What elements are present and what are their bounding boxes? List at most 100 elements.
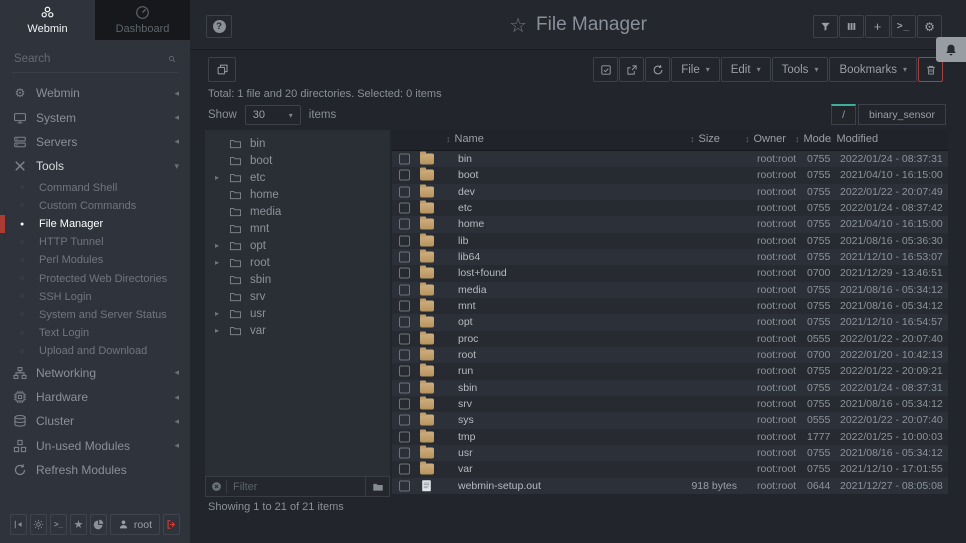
row-checkbox[interactable] <box>399 170 410 181</box>
tree-item-boot[interactable]: boot <box>205 152 390 169</box>
row-checkbox[interactable] <box>399 366 410 377</box>
sidebar-item-custom-commands[interactable]: ○Custom Commands <box>0 197 190 215</box>
collapse-button[interactable] <box>10 514 27 535</box>
row-checkbox[interactable] <box>399 252 410 263</box>
search-icon[interactable] <box>168 53 176 65</box>
star-button[interactable]: ★ <box>70 514 87 535</box>
sidebar-item-refresh-modules[interactable]: Refresh Modules <box>0 458 190 482</box>
sidebar-item-un-used-modules[interactable]: Un-used Modules◂ <box>0 434 190 458</box>
table-row-proc[interactable]: procroot:root05552022/01/22 - 20:07:40 <box>392 331 948 347</box>
table-row-sys[interactable]: sysroot:root05552022/01/22 - 20:07:40 <box>392 412 948 428</box>
sidebar-item-system[interactable]: System◂ <box>0 105 190 129</box>
search-input[interactable] <box>14 53 168 65</box>
row-checkbox[interactable] <box>399 301 410 312</box>
sidebar-item-ssh-login[interactable]: ○SSH Login <box>0 288 190 306</box>
sidebar-item-protected-web-directories[interactable]: ○Protected Web Directories <box>0 270 190 288</box>
filter-input[interactable]: Filter <box>233 481 365 493</box>
tree-item-opt[interactable]: ▸opt <box>205 237 390 254</box>
tree-folder-button[interactable] <box>365 477 389 496</box>
columns-button[interactable] <box>839 15 864 38</box>
table-row-opt[interactable]: optroot:root07552021/12/10 - 16:54:57 <box>392 314 948 330</box>
row-checkbox[interactable] <box>399 350 410 361</box>
table-row-webmin-setup-out[interactable]: webmin-setup.out918 bytesroot:root064420… <box>392 478 948 494</box>
notifications-button[interactable] <box>936 37 966 62</box>
sidebar-item-command-shell[interactable]: ○Command Shell <box>0 179 190 197</box>
row-checkbox[interactable] <box>399 415 410 426</box>
table-row-tmp[interactable]: tmproot:root17772022/01/25 - 10:00:03 <box>392 429 948 445</box>
sidebar-item-servers[interactable]: Servers◂ <box>0 130 190 154</box>
export-button[interactable] <box>619 57 644 82</box>
sidebar-item-tools[interactable]: Tools▾ <box>0 154 190 178</box>
clear-filter-button[interactable] <box>206 481 226 492</box>
pie-button[interactable] <box>90 514 107 535</box>
tab-webmin[interactable]: Webmin <box>0 0 95 40</box>
tree-item-media[interactable]: media <box>205 203 390 220</box>
tree-item-sbin[interactable]: sbin <box>205 271 390 288</box>
tree-item-srv[interactable]: srv <box>205 288 390 305</box>
menu-file[interactable]: File▾ <box>671 57 720 82</box>
row-checkbox[interactable] <box>399 284 410 295</box>
row-checkbox[interactable] <box>399 186 410 197</box>
sidebar-item-perl-modules[interactable]: ○Perl Modules <box>0 251 190 269</box>
help-button[interactable]: ? <box>206 15 232 38</box>
refresh-button[interactable] <box>645 57 670 82</box>
sidebar-item-text-login[interactable]: ○Text Login <box>0 324 190 342</box>
table-row-lost-found[interactable]: lost+foundroot:root07002021/12/29 - 13:4… <box>392 265 948 281</box>
row-checkbox[interactable] <box>399 333 410 344</box>
table-row-lib64[interactable]: lib64root:root07552021/12/10 - 16:53:07 <box>392 249 948 265</box>
table-row-lib[interactable]: libroot:root07552021/08/16 - 05:36:30 <box>392 233 948 249</box>
column-header-owner[interactable]: ↕Owner <box>745 133 786 145</box>
terminal-button[interactable]: >_ <box>50 514 67 535</box>
table-row-bin[interactable]: binroot:root07552022/01/24 - 08:37:31 <box>392 151 948 167</box>
tree-item-bin[interactable]: bin <box>205 135 390 152</box>
row-checkbox[interactable] <box>399 448 410 459</box>
row-checkbox[interactable] <box>399 203 410 214</box>
menu-edit[interactable]: Edit▾ <box>721 57 771 82</box>
sidebar-item-file-manager[interactable]: ●File Manager <box>0 215 190 233</box>
tree-item-home[interactable]: home <box>205 186 390 203</box>
sidebar-item-hardware[interactable]: Hardware◂ <box>0 385 190 409</box>
selectall-button[interactable] <box>593 57 618 82</box>
row-checkbox[interactable] <box>399 219 410 230</box>
logout-button[interactable] <box>163 514 180 535</box>
sun-button[interactable] <box>30 514 47 535</box>
table-row-srv[interactable]: srvroot:root07552021/08/16 - 05:34:12 <box>392 396 948 412</box>
sidebar-item-http-tunnel[interactable]: ○HTTP Tunnel <box>0 233 190 251</box>
funnel-button[interactable] <box>813 15 838 38</box>
table-row-var[interactable]: varroot:root07552021/12/10 - 17:01:55 <box>392 461 948 477</box>
tree-item-var[interactable]: ▸var <box>205 322 390 339</box>
tree-item-etc[interactable]: ▸etc <box>205 169 390 186</box>
plus-button[interactable]: + <box>865 15 890 38</box>
row-checkbox[interactable] <box>399 480 410 491</box>
breadcrumb-segment[interactable]: binary_sensor <box>858 104 946 125</box>
menu-tools[interactable]: Tools▾ <box>772 57 829 82</box>
sidebar-item-networking[interactable]: Networking◂ <box>0 360 190 384</box>
tree-item-mnt[interactable]: mnt <box>205 220 390 237</box>
menu-bookmarks[interactable]: Bookmarks▾ <box>829 57 917 82</box>
new-tab-button[interactable] <box>208 57 236 82</box>
table-row-mnt[interactable]: mntroot:root07552021/08/16 - 05:34:12 <box>392 298 948 314</box>
column-header-name[interactable]: ↕Name <box>446 133 484 145</box>
tab-dashboard[interactable]: Dashboard <box>95 0 190 40</box>
table-row-home[interactable]: homeroot:root07552021/04/10 - 16:15:00 <box>392 216 948 232</box>
row-checkbox[interactable] <box>399 464 410 475</box>
column-header-mode[interactable]: ↕Mode <box>795 133 831 145</box>
row-checkbox[interactable] <box>399 399 410 410</box>
favorite-star-icon[interactable]: ☆ <box>509 13 527 38</box>
row-checkbox[interactable] <box>399 382 410 393</box>
row-checkbox[interactable] <box>399 235 410 246</box>
terminal-button[interactable]: >_ <box>891 15 916 38</box>
column-header-modified[interactable]: ↕Modified <box>828 133 878 145</box>
table-row-run[interactable]: runroot:root07552022/01/22 - 20:09:21 <box>392 363 948 379</box>
sidebar-item-webmin[interactable]: ⚙Webmin◂ <box>0 81 190 105</box>
table-row-sbin[interactable]: sbinroot:root07552022/01/24 - 08:37:31 <box>392 380 948 396</box>
row-checkbox[interactable] <box>399 317 410 328</box>
table-row-dev[interactable]: devroot:root07552022/01/22 - 20:07:49 <box>392 184 948 200</box>
table-row-etc[interactable]: etcroot:root07552022/01/24 - 08:37:42 <box>392 200 948 216</box>
items-per-page-select[interactable]: 30 ▾ <box>245 105 301 125</box>
table-row-media[interactable]: mediaroot:root07552021/08/16 - 05:34:12 <box>392 282 948 298</box>
row-checkbox[interactable] <box>399 154 410 165</box>
tree-item-root[interactable]: ▸root <box>205 254 390 271</box>
sidebar-item-upload-and-download[interactable]: ○Upload and Download <box>0 342 190 360</box>
sidebar-item-system-and-server-status[interactable]: ○System and Server Status <box>0 306 190 324</box>
